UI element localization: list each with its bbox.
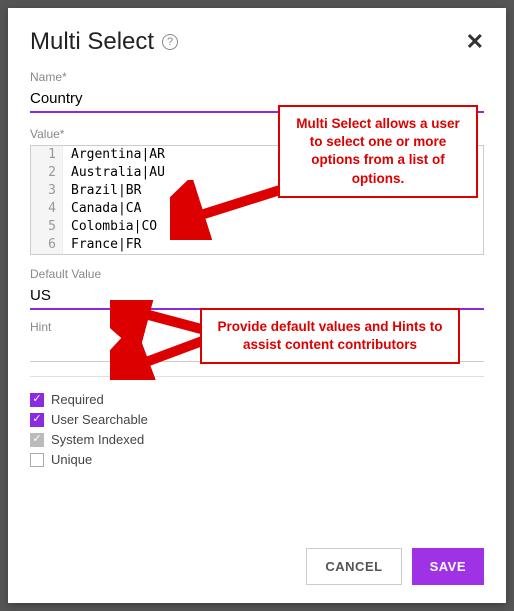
code-text: Canada|CA	[63, 200, 141, 218]
checkbox-icon: ✓	[30, 413, 44, 427]
code-line: 4Canada|CA	[31, 200, 483, 218]
default-value-label: Default Value	[30, 267, 484, 281]
checkbox-icon: ✓	[30, 393, 44, 407]
checkbox-label: User Searchable	[51, 412, 148, 427]
options-group: ✓ Required ✓ User Searchable ✓ System In…	[30, 376, 484, 467]
close-icon[interactable]: ✕	[466, 31, 484, 53]
code-text: Australia|AU	[63, 164, 165, 182]
save-button[interactable]: SAVE	[412, 548, 484, 585]
line-number: 1	[31, 146, 63, 164]
code-line: 6France|FR	[31, 236, 483, 254]
checkbox-icon: ✓	[30, 433, 44, 447]
line-number: 2	[31, 164, 63, 182]
required-checkbox[interactable]: ✓ Required	[30, 392, 484, 407]
checkbox-label: Required	[51, 392, 104, 407]
checkbox-label: Unique	[51, 452, 92, 467]
code-text: Argentina|AR	[63, 146, 165, 164]
line-number: 6	[31, 236, 63, 254]
code-line: 5Colombia|CO	[31, 218, 483, 236]
unique-checkbox[interactable]: Unique	[30, 452, 484, 467]
help-icon[interactable]: ?	[162, 34, 178, 50]
modal-header: Multi Select ? ✕	[30, 28, 484, 56]
annotation-callout-1: Multi Select allows a user to select one…	[278, 105, 478, 198]
code-text: France|FR	[63, 236, 141, 254]
modal-title: Multi Select	[30, 28, 154, 56]
multi-select-modal: Multi Select ? ✕ Name* Value* 1Argentina…	[8, 8, 506, 603]
modal-footer: CANCEL SAVE	[306, 548, 484, 585]
code-text: Brazil|BR	[63, 182, 141, 200]
cancel-button[interactable]: CANCEL	[306, 548, 401, 585]
code-text: Colombia|CO	[63, 218, 157, 236]
annotation-callout-2: Provide default values and Hints to assi…	[200, 308, 460, 364]
checkbox-label: System Indexed	[51, 432, 144, 447]
default-value-input[interactable]	[30, 281, 484, 310]
name-label: Name*	[30, 70, 484, 84]
line-number: 5	[31, 218, 63, 236]
line-number: 3	[31, 182, 63, 200]
checkbox-icon	[30, 453, 44, 467]
user-searchable-checkbox[interactable]: ✓ User Searchable	[30, 412, 484, 427]
line-number: 4	[31, 200, 63, 218]
system-indexed-checkbox[interactable]: ✓ System Indexed	[30, 432, 484, 447]
